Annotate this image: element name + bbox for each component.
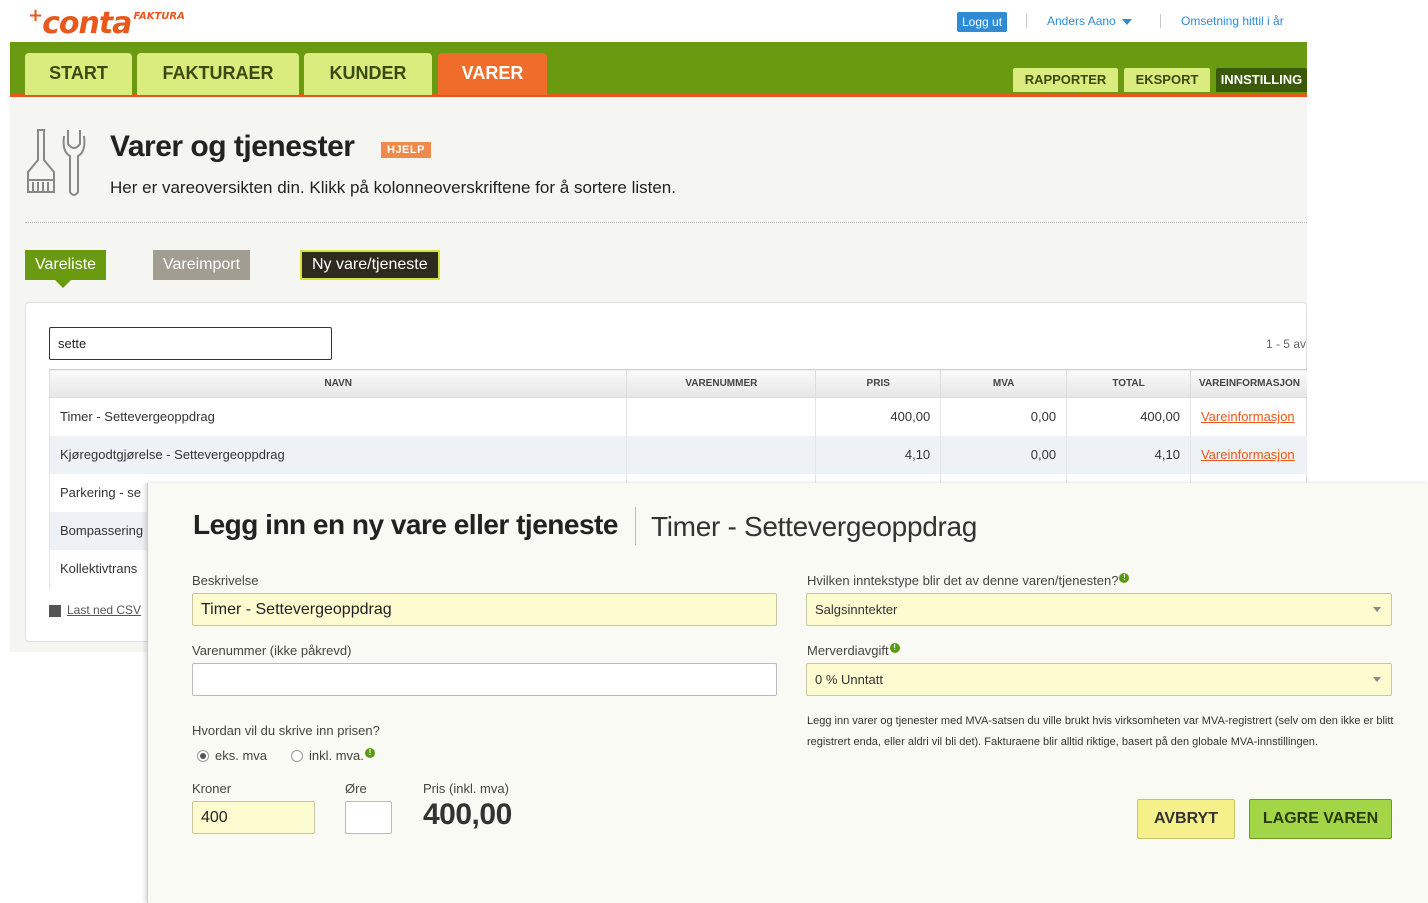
- cell-total: 4,10: [1066, 435, 1191, 474]
- revenue-link[interactable]: Omsetning hittil i år: [1181, 14, 1284, 28]
- cell-name: Kjøregodtgjørelse - Settevergeoppdrag: [48, 435, 628, 474]
- user-menu[interactable]: Anders Aano: [1047, 14, 1132, 28]
- description-input[interactable]: [192, 593, 777, 626]
- tab-varer[interactable]: VARER: [438, 53, 547, 95]
- new-item-button[interactable]: Ny vare/tjeneste: [300, 250, 440, 280]
- top-separator: [1160, 14, 1161, 28]
- tab-rapporter[interactable]: RAPPORTER: [1013, 68, 1118, 92]
- dropdown-arrow-icon: [1373, 607, 1381, 612]
- table-row[interactable]: Timer - Settevergeoppdrag 400,00 0,00 40…: [48, 397, 1307, 436]
- radio-ex-vat[interactable]: eks. mva: [197, 748, 267, 763]
- item-number-input[interactable]: [192, 663, 777, 696]
- income-type-label: Hvilken inntekstype blir det av denne va…: [807, 573, 1130, 588]
- dialog-subtitle: Timer - Settevergeoppdrag: [651, 511, 978, 542]
- kroner-label: Kroner: [192, 781, 232, 796]
- user-name: Anders Aano: [1047, 14, 1116, 28]
- income-type-select[interactable]: Salgsinntekter: [806, 593, 1392, 626]
- page-subtitle: Her er vareoversikten din. Klikk på kolo…: [110, 178, 676, 197]
- cell-number: [626, 435, 817, 474]
- radio-dot: [291, 749, 303, 762]
- main-nav: START FAKTURAER KUNDER VARER RAPPORTER E…: [10, 42, 1307, 97]
- conta-logo[interactable]: +conta FAKTURA: [28, 5, 185, 41]
- vareimport-button[interactable]: Vareimport: [153, 250, 251, 280]
- radio-inc-label: inkl. mva.: [309, 748, 364, 763]
- info-icon[interactable]: !: [364, 748, 375, 758]
- vat-label-text: Merverdiavgift: [807, 643, 889, 658]
- tab-fakturaer[interactable]: FAKTURAER: [137, 53, 299, 95]
- price-inc-value: 400,00: [423, 798, 512, 831]
- item-number-label: Varenummer (ikke påkrevd): [192, 643, 352, 658]
- cell-price: 4,10: [815, 435, 942, 474]
- kroner-input[interactable]: [192, 801, 315, 834]
- ore-label: Øre: [345, 781, 367, 796]
- logo-text: conta: [42, 6, 132, 41]
- tab-innstillinger[interactable]: INNSTILLING: [1216, 68, 1307, 92]
- cancel-button[interactable]: AVBRYT: [1137, 799, 1235, 839]
- description-label: Beskrivelse: [192, 573, 259, 588]
- page-title: Varer og tjenester: [110, 130, 355, 163]
- item-info-link[interactable]: Vareinformasjon: [1201, 409, 1295, 424]
- cell-number: [626, 397, 817, 436]
- search-input[interactable]: [49, 327, 332, 360]
- tab-kunder[interactable]: KUNDER: [304, 53, 432, 95]
- save-button[interactable]: LAGRE VAREN: [1249, 799, 1392, 839]
- tab-eksport[interactable]: EKSPORT: [1124, 68, 1210, 92]
- divider: [25, 222, 1307, 223]
- radio-dot: [197, 749, 209, 762]
- cell-total: 400,00: [1066, 397, 1191, 436]
- page-header: Varer og tjenester HJELP Her er vareover…: [10, 100, 1307, 223]
- cell-name: Timer - Settevergeoppdrag: [48, 397, 628, 436]
- item-info-link[interactable]: Vareinformasjon: [1201, 447, 1295, 462]
- csv-label: Last ned CSV: [67, 603, 142, 617]
- csv-download-link[interactable]: Last ned CSV: [49, 603, 141, 617]
- vat-value: 0 % Unntatt: [815, 672, 883, 687]
- logout-button[interactable]: Logg ut: [957, 12, 1008, 32]
- vareliste-button[interactable]: Vareliste: [25, 250, 107, 288]
- tab-start[interactable]: START: [25, 53, 132, 95]
- column-header-varenummer[interactable]: VARENUMMER: [626, 369, 817, 398]
- column-header-mva[interactable]: MVA: [940, 369, 1068, 398]
- ore-input[interactable]: [345, 801, 392, 834]
- pager-text: 1 - 5 av: [1265, 337, 1306, 351]
- radio-ex-label: eks. mva: [215, 748, 268, 763]
- dropdown-arrow-icon: [1373, 677, 1381, 682]
- column-header-vareinformasjon[interactable]: VAREINFORMASJON: [1189, 369, 1307, 398]
- column-header-navn[interactable]: NAVN: [48, 369, 628, 398]
- csv-icon: [49, 604, 61, 617]
- column-header-pris[interactable]: PRIS: [815, 369, 942, 398]
- help-badge[interactable]: HJELP: [381, 142, 431, 158]
- info-icon[interactable]: !: [1119, 573, 1130, 583]
- cell-price: 400,00: [815, 397, 942, 436]
- income-type-value: Salgsinntekter: [815, 602, 898, 617]
- top-separator: [1026, 14, 1027, 28]
- caret-down-icon: [1121, 18, 1132, 25]
- column-header-total[interactable]: TOTAL: [1066, 369, 1191, 398]
- dialog-title: Legg inn en ny vare eller tjeneste: [193, 509, 618, 540]
- top-bar: +conta FAKTURA Logg ut Anders Aano Omsetn…: [10, 0, 1307, 42]
- vat-note: Legg inn varer og tjenester med MVA-sats…: [807, 715, 1394, 748]
- price-mode-label: Hvordan vil du skrive inn prisen?: [192, 723, 380, 738]
- radio-inc-vat[interactable]: inkl. mva.!: [291, 748, 375, 763]
- cell-vat: 0,00: [940, 435, 1068, 474]
- tools-icon: [27, 129, 86, 196]
- price-inc-label: Pris (inkl. mva): [423, 781, 509, 796]
- info-icon[interactable]: !: [889, 643, 900, 653]
- vat-select[interactable]: 0 % Unntatt: [806, 663, 1392, 696]
- vat-label: Merverdiavgift!: [807, 643, 900, 658]
- new-item-dialog: Legg inn en ny vare eller tjeneste Timer…: [147, 483, 1428, 903]
- income-type-text: Hvilken inntekstype blir det av denne va…: [807, 573, 1119, 588]
- logo-sub: FAKTURA: [133, 11, 185, 22]
- table-row[interactable]: Kjøregodtgjørelse - Settevergeoppdrag 4,…: [48, 435, 1307, 474]
- cell-vat: 0,00: [940, 397, 1068, 436]
- title-separator: [635, 507, 636, 545]
